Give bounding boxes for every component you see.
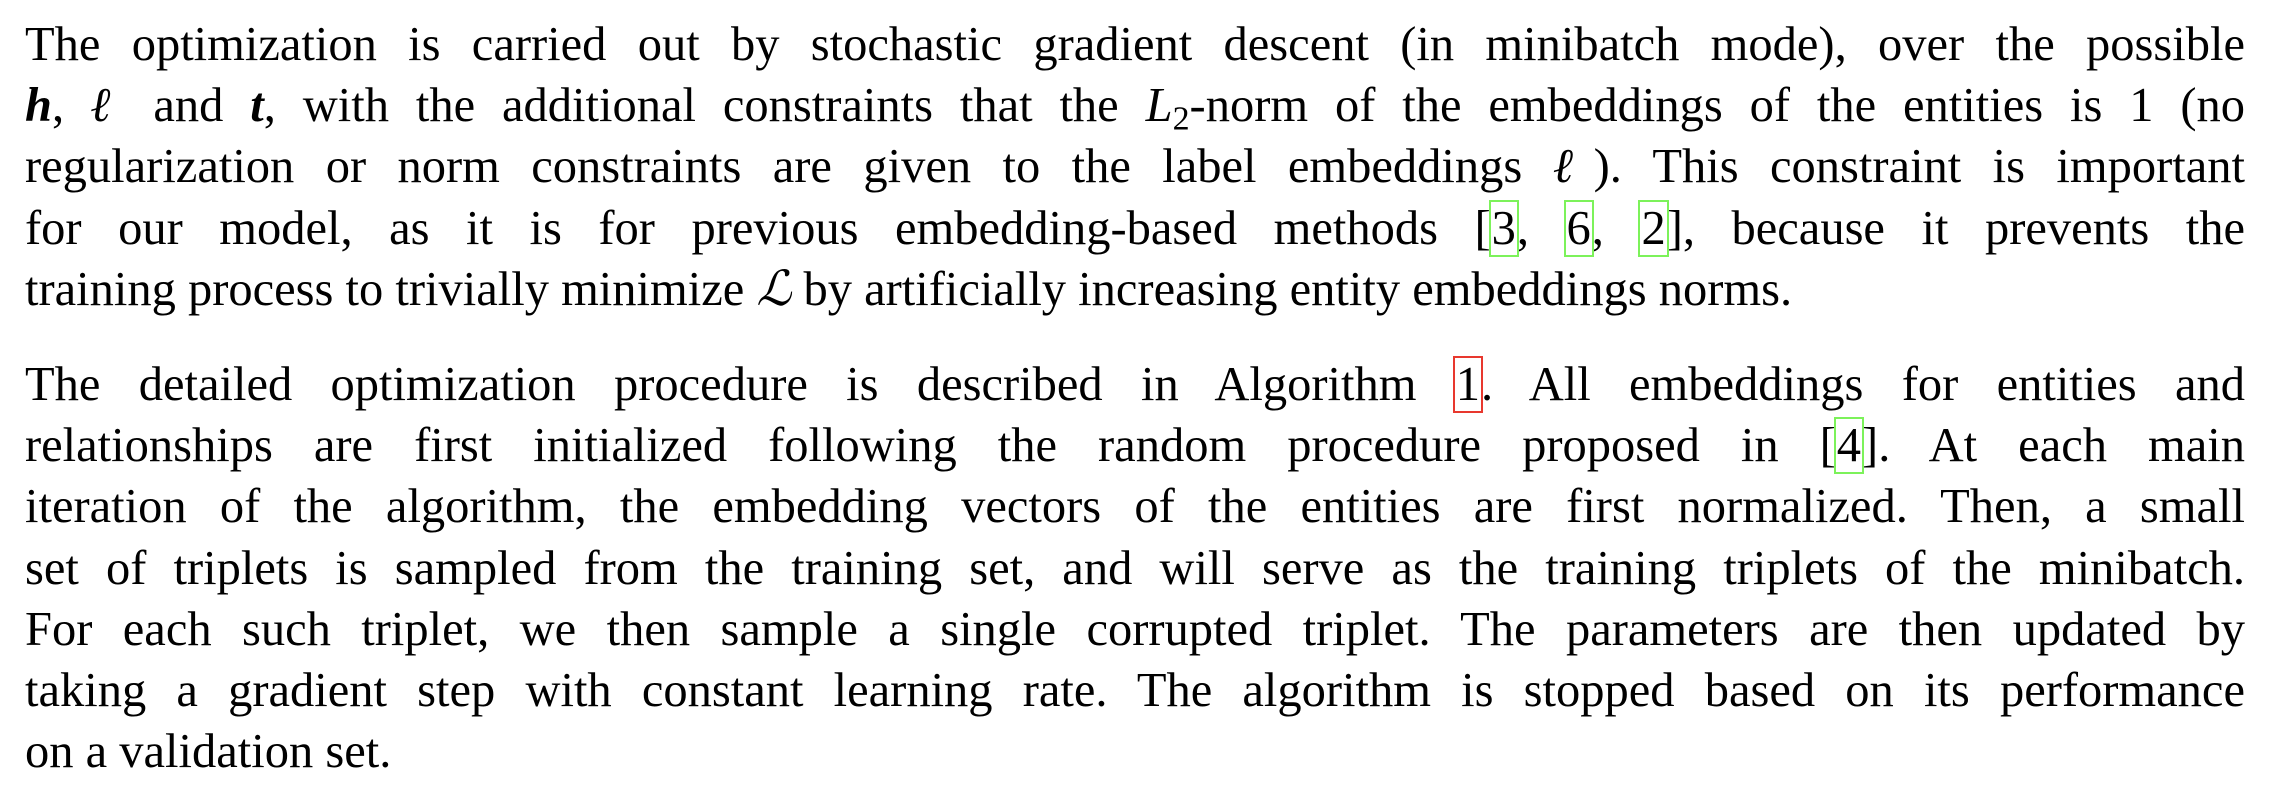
text: ). This constraint is important <box>1593 140 2245 194</box>
text-line: set of triplets is sampled from the trai… <box>25 541 2245 595</box>
text: and <box>126 79 251 133</box>
algorithm-link-1[interactable]: 1 <box>1452 356 1484 413</box>
text: , <box>1516 201 1566 255</box>
text-line: For each such triplet, we then sample a … <box>25 602 2245 656</box>
text: ], because it prevents the <box>1666 201 2246 255</box>
text-line: on a validation set. <box>25 725 392 779</box>
text: -norm of the embeddings of the entities … <box>1189 79 2245 133</box>
text: , with the additional constraints that t… <box>263 79 1146 133</box>
text-line: training process to trivially minimize ℒ… <box>25 259 2245 320</box>
text-line: regularization or norm constraints are g… <box>25 136 2245 197</box>
text: for our model, as it is for previous emb… <box>25 201 1491 255</box>
math-h: h <box>25 79 52 133</box>
text-line: relationships are first initialized foll… <box>25 415 2245 476</box>
text: by artificially increasing entity embedd… <box>791 262 1793 316</box>
text-line: The detailed optimization procedure is d… <box>25 354 2245 415</box>
math-t: t <box>250 79 264 133</box>
text: ]. At each main <box>1862 419 2245 473</box>
paragraph-optimization: The optimization is carried out by stoch… <box>25 14 2245 320</box>
text-line: for our model, as it is for previous emb… <box>25 198 2245 259</box>
math-loss: ℒ <box>756 262 792 316</box>
text: , <box>1591 201 1641 255</box>
text: regularization or norm constraints are g… <box>25 140 1554 194</box>
text-line: The optimization is carried out by stoch… <box>25 18 2245 71</box>
text-line: taking a gradient step with constant lea… <box>25 663 2245 717</box>
text: , <box>51 79 65 133</box>
text-line: iteration of the algorithm, the embeddin… <box>25 480 2245 534</box>
citation-link-4[interactable]: 4 <box>1833 417 1865 475</box>
citation-link-6[interactable]: 6 <box>1563 199 1594 257</box>
math-L: L <box>1145 79 1173 133</box>
math-ell: ℓ <box>1553 140 1594 194</box>
text: . All embeddings for entities and <box>1480 358 2245 411</box>
text: relationships are first initialized foll… <box>25 419 1836 473</box>
math-subscript: 2 <box>1172 100 1190 138</box>
citation-link-2[interactable]: 2 <box>1638 199 1669 257</box>
paragraph-procedure: The detailed optimization procedure is d… <box>25 354 2245 782</box>
text: The detailed optimization procedure is d… <box>25 358 1455 411</box>
math-ell: ℓ <box>91 79 127 133</box>
text: training process to trivially minimize <box>25 262 757 316</box>
text-line: h, ℓ and t, with the additional constrai… <box>25 75 2245 136</box>
citation-link-3[interactable]: 3 <box>1488 199 1519 257</box>
